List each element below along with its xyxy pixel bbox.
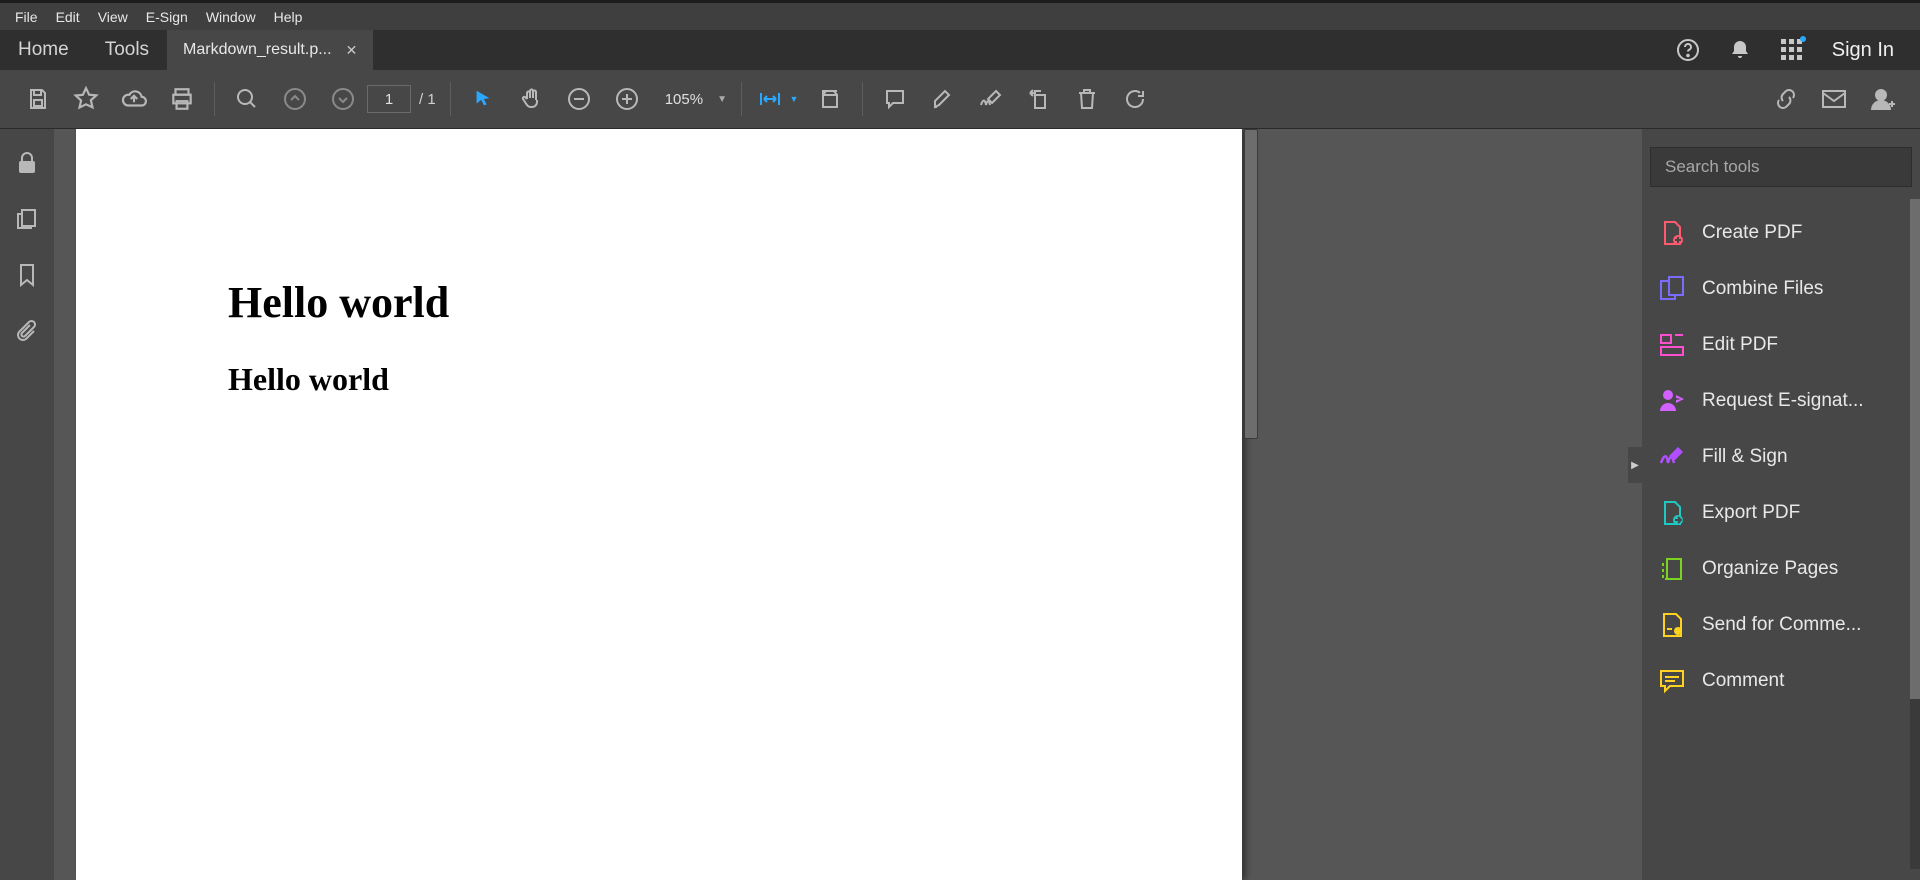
menu-help[interactable]: Help bbox=[265, 9, 312, 25]
comment-icon[interactable] bbox=[871, 75, 919, 123]
tool-label: Request E-signat... bbox=[1702, 390, 1864, 412]
tool-edit-pdf[interactable]: Edit PDF bbox=[1650, 317, 1912, 373]
attachment-icon[interactable] bbox=[16, 319, 38, 343]
document-tab[interactable]: Markdown_result.p... ✕ bbox=[167, 30, 373, 70]
menu-view[interactable]: View bbox=[89, 9, 137, 25]
tool-label: Edit PDF bbox=[1702, 334, 1778, 356]
tool-label: Organize Pages bbox=[1702, 558, 1838, 580]
chevron-down-icon: ▼ bbox=[717, 94, 727, 105]
hand-tool-icon[interactable] bbox=[507, 75, 555, 123]
rotate-page-icon[interactable] bbox=[1015, 75, 1063, 123]
expand-right-icon[interactable]: ▶ bbox=[1628, 447, 1642, 483]
page-up-icon[interactable] bbox=[271, 75, 319, 123]
bookmark-icon[interactable] bbox=[18, 263, 36, 287]
tool-export-pdf[interactable]: Export PDF bbox=[1650, 485, 1912, 541]
page-number-input[interactable] bbox=[367, 85, 411, 113]
zoom-value: 105% bbox=[665, 91, 703, 108]
tool-label: Fill & Sign bbox=[1702, 446, 1788, 468]
tools-panel: Search tools Create PDF Combine Files Ed… bbox=[1642, 129, 1920, 880]
document-area: Hello world Hello world ▶ bbox=[54, 129, 1642, 880]
tool-comment[interactable]: Comment bbox=[1650, 653, 1912, 709]
close-tab-icon[interactable]: ✕ bbox=[346, 42, 358, 59]
request-esign-icon bbox=[1658, 387, 1686, 415]
tool-request-esignatures[interactable]: Request E-signat... bbox=[1650, 373, 1912, 429]
tool-label: Combine Files bbox=[1702, 278, 1823, 300]
left-sidebar: ◀ bbox=[0, 129, 54, 880]
tab-bar: Home Tools Markdown_result.p... ✕ Sign I… bbox=[0, 30, 1920, 70]
page-down-icon[interactable] bbox=[319, 75, 367, 123]
menu-edit[interactable]: Edit bbox=[47, 9, 89, 25]
help-icon[interactable] bbox=[1676, 38, 1700, 62]
workspace: ◀ Hello world Hello world ▶ Search tools… bbox=[0, 129, 1920, 880]
search-tools-input[interactable]: Search tools bbox=[1650, 147, 1912, 187]
selection-tool-icon[interactable] bbox=[459, 75, 507, 123]
sign-icon[interactable] bbox=[967, 75, 1015, 123]
notifications-icon[interactable] bbox=[1728, 38, 1752, 62]
tool-organize-pages[interactable]: Organize Pages bbox=[1650, 541, 1912, 597]
search-tools-placeholder: Search tools bbox=[1665, 157, 1760, 177]
tool-create-pdf[interactable]: Create PDF bbox=[1650, 205, 1912, 261]
tool-send-for-comments[interactable]: Send for Comme... bbox=[1650, 597, 1912, 653]
document-tab-label: Markdown_result.p... bbox=[183, 41, 332, 59]
zoom-out-icon[interactable] bbox=[555, 75, 603, 123]
lock-icon[interactable] bbox=[16, 151, 38, 175]
highlight-icon[interactable] bbox=[919, 75, 967, 123]
tool-label: Export PDF bbox=[1702, 502, 1800, 524]
fill-sign-icon bbox=[1658, 443, 1686, 471]
comment-tool-icon bbox=[1658, 667, 1686, 695]
tab-tools[interactable]: Tools bbox=[87, 30, 167, 70]
star-icon[interactable] bbox=[62, 75, 110, 123]
cloud-upload-icon[interactable] bbox=[110, 75, 158, 123]
tool-label: Create PDF bbox=[1702, 222, 1802, 244]
find-icon[interactable] bbox=[223, 75, 271, 123]
fit-width-icon[interactable]: ▼ bbox=[750, 75, 806, 123]
tab-home[interactable]: Home bbox=[0, 30, 87, 70]
app-grid-icon[interactable] bbox=[1780, 38, 1804, 62]
share-link-icon[interactable] bbox=[1762, 75, 1810, 123]
document-page[interactable]: Hello world Hello world bbox=[76, 129, 1242, 880]
tools-scrollbar-thumb[interactable] bbox=[1910, 199, 1920, 699]
tool-combine-files[interactable]: Combine Files bbox=[1650, 261, 1912, 317]
save-icon[interactable] bbox=[14, 75, 62, 123]
sign-in-button[interactable]: Sign In bbox=[1832, 39, 1894, 62]
notification-dot bbox=[1800, 36, 1806, 42]
rotate-view-icon[interactable] bbox=[1111, 75, 1159, 123]
tool-fill-sign[interactable]: Fill & Sign bbox=[1650, 429, 1912, 485]
combine-files-icon bbox=[1658, 275, 1686, 303]
print-icon[interactable] bbox=[158, 75, 206, 123]
export-pdf-icon bbox=[1658, 499, 1686, 527]
menu-file[interactable]: File bbox=[6, 9, 47, 25]
page-display-icon[interactable] bbox=[806, 75, 854, 123]
share-people-icon[interactable] bbox=[1858, 75, 1906, 123]
document-heading-1: Hello world bbox=[228, 277, 449, 328]
zoom-dropdown[interactable]: 105% ▼ bbox=[651, 84, 733, 114]
toolbar: / 1 105% ▼ ▼ bbox=[0, 70, 1920, 129]
tool-label: Comment bbox=[1702, 670, 1784, 692]
menu-window[interactable]: Window bbox=[197, 9, 265, 25]
organize-pages-icon bbox=[1658, 555, 1686, 583]
email-icon[interactable] bbox=[1810, 75, 1858, 123]
menu-bar: File Edit View E-Sign Window Help bbox=[0, 3, 1920, 30]
edit-pdf-icon bbox=[1658, 331, 1686, 359]
thumbnails-icon[interactable] bbox=[15, 207, 39, 231]
page-total-label: / 1 bbox=[419, 91, 436, 108]
document-heading-2: Hello world bbox=[228, 361, 389, 398]
delete-icon[interactable] bbox=[1063, 75, 1111, 123]
vertical-scrollbar[interactable] bbox=[1244, 129, 1258, 439]
menu-esign[interactable]: E-Sign bbox=[137, 9, 197, 25]
send-comments-icon bbox=[1658, 611, 1686, 639]
zoom-in-icon[interactable] bbox=[603, 75, 651, 123]
tool-label: Send for Comme... bbox=[1702, 614, 1861, 636]
create-pdf-icon bbox=[1658, 219, 1686, 247]
